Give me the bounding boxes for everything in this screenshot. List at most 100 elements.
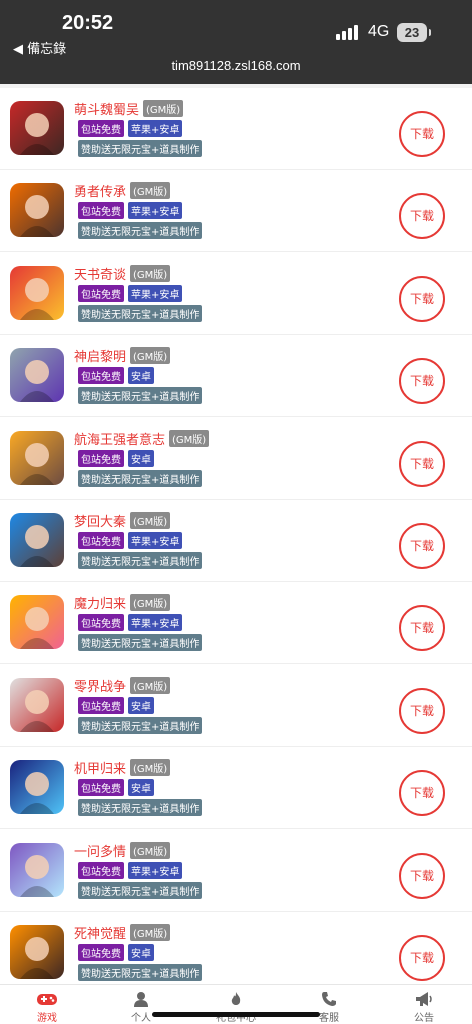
download-button[interactable]: 下载 <box>399 523 445 569</box>
free-tag: 包站免费 <box>78 696 124 714</box>
tag-row: 包站免费 安卓 <box>78 696 154 714</box>
game-icon[interactable] <box>10 925 64 979</box>
game-title[interactable]: 航海王强者意志 (GM版) <box>74 429 210 448</box>
game-icon[interactable] <box>10 348 64 403</box>
platform-tag: 安卓 <box>128 944 154 961</box>
game-name: 机甲归来 <box>74 762 127 778</box>
platform-tag: 安卓 <box>128 779 154 797</box>
platform-tag: 苹果+安卓 <box>128 202 183 220</box>
gm-badge: (GM版) <box>130 264 171 282</box>
game-icon[interactable] <box>10 513 64 567</box>
sponsor-tag: 赞助送无限元宝+道具制作 <box>78 799 203 817</box>
gm-badge: (GM版) <box>130 182 171 200</box>
platform-tag: 苹果+安卓 <box>128 532 183 549</box>
phone-icon <box>322 992 336 1006</box>
free-tag: 包站免费 <box>78 449 124 467</box>
free-tag: 包站免费 <box>78 284 124 302</box>
game-row[interactable]: 零界战争 (GM版) 包站免费 安卓赞助送无限元宝+道具制作 下载 <box>0 665 472 747</box>
tab-games[interactable]: 游戏 <box>17 991 77 1024</box>
game-name: 神启黎明 <box>74 350 127 366</box>
game-row[interactable]: 一问多情 (GM版) 包站免费 苹果+安卓 赞助送无限元宝+道具制作 下载 <box>0 830 472 912</box>
game-icon[interactable] <box>10 265 64 320</box>
sponsor-tag: 赞助送无限元宝+道具制作 <box>78 304 203 322</box>
address-bar[interactable]: tim891128.zsl168.com <box>0 58 472 73</box>
game-row[interactable]: 梦回大秦 (GM版) 包站免费 苹果+安卓赞助送无限元宝+道具制作 下载 <box>0 500 472 582</box>
free-tag: 包站免费 <box>78 367 124 385</box>
tab-profile[interactable]: 个人 <box>111 991 171 1024</box>
clock: 20:52 <box>62 12 114 34</box>
game-title[interactable]: 零界战争 (GM版) <box>74 676 171 695</box>
gm-badge: (GM版) <box>130 924 171 941</box>
download-button[interactable]: 下载 <box>399 935 445 981</box>
game-title[interactable]: 天书奇谈 (GM版) <box>74 264 171 283</box>
download-button[interactable]: 下载 <box>399 687 445 734</box>
game-name: 勇者传承 <box>74 185 127 201</box>
download-button[interactable]: 下载 <box>399 275 445 322</box>
game-row[interactable]: 神启黎明 (GM版) 包站免费 安卓 赞助送无限元宝+道具制作 下载 <box>0 335 472 418</box>
tag-row: 包站免费 苹果+安卓 <box>78 532 183 549</box>
download-button[interactable]: 下载 <box>399 111 445 157</box>
game-name: 梦回大秦 <box>74 515 127 530</box>
download-button[interactable]: 下载 <box>399 193 445 240</box>
game-icon[interactable] <box>10 842 64 897</box>
tag-row: 包站免费 苹果+安卓 <box>78 120 183 137</box>
tab-notice-label: 公告 <box>414 1013 434 1024</box>
battery-icon: 23 <box>397 23 431 42</box>
game-row[interactable]: 萌斗魏蜀吴 (GM版) 包站免费 苹果+安卓赞助送无限元宝+道具制作 下载 <box>0 88 472 170</box>
game-icon[interactable] <box>10 677 64 732</box>
game-icon[interactable] <box>10 430 64 485</box>
tag-row: 包站免费 苹果+安卓 <box>78 284 183 302</box>
download-button[interactable]: 下载 <box>399 440 445 487</box>
game-icon[interactable] <box>10 760 64 815</box>
game-title[interactable]: 萌斗魏蜀吴 (GM版) <box>74 99 184 118</box>
gm-badge: (GM版) <box>130 594 171 612</box>
free-tag: 包站免费 <box>78 202 124 220</box>
tab-gift-center[interactable]: 礼包中心 <box>206 991 266 1024</box>
tag-row: 包站免费 苹果+安卓 <box>78 614 183 632</box>
download-button[interactable]: 下载 <box>399 852 445 899</box>
game-title[interactable]: 勇者传承 (GM版) <box>74 181 171 201</box>
sponsor-tag: 赞助送无限元宝+道具制作 <box>78 716 203 734</box>
game-list: 萌斗魏蜀吴 (GM版) 包站免费 苹果+安卓 赞助送无限元宝+道具制作 下载 勇者传承 (GM… <box>0 88 472 984</box>
tab-service[interactable]: 客服 <box>299 991 359 1024</box>
platform-tag: 安卓 <box>128 367 154 385</box>
tab-notice[interactable]: 公告 <box>394 991 454 1024</box>
download-button[interactable]: 下载 <box>399 770 445 817</box>
gm-badge: (GM版) <box>130 347 171 365</box>
gm-badge: (GM版) <box>143 100 184 117</box>
tag-row: 包站免费 安卓 <box>78 367 154 385</box>
tag-row: 包站免费 苹果+安卓 <box>78 202 183 220</box>
download-button[interactable]: 下载 <box>399 358 445 405</box>
game-name: 天书奇谈 <box>74 267 127 283</box>
game-title[interactable]: 梦回大秦 (GM版) <box>74 511 171 530</box>
game-title[interactable]: 一问多情 (GM版) <box>74 841 171 860</box>
gm-badge: (GM版) <box>169 429 210 447</box>
game-name: 魔力归来 <box>74 597 127 613</box>
game-row[interactable]: 魔力归来 (GM版) 包站免费 苹果+安卓 赞助送无限元宝+道具制作 下载 <box>0 582 472 665</box>
tab-profile-label: 个人 <box>131 1013 151 1024</box>
game-row[interactable]: 死神觉醒 (GM版) 包站免费 安卓 赞助送无限元宝+道具制作 下载 <box>0 912 472 984</box>
game-row[interactable]: 机甲归来 (GM版) 包站免费 安卓 赞助送无限元宝+道具制作 下载 <box>0 747 472 830</box>
home-indicator <box>152 1012 320 1017</box>
sponsor-tag: 赞助送无限元宝+道具制作 <box>78 552 203 569</box>
game-title[interactable]: 死神觉醒 (GM版) <box>74 923 171 942</box>
game-name: 一问多情 <box>74 844 127 860</box>
sponsor-tag: 赞助送无限元宝+道具制作 <box>78 140 203 157</box>
game-title[interactable]: 神启黎明 (GM版) <box>74 346 171 366</box>
status-bar: 20:52 ◀ 備忘錄 4G 23 tim891128.zsl168.com <box>0 0 472 84</box>
free-tag: 包站免费 <box>78 120 124 137</box>
download-button[interactable]: 下载 <box>399 605 445 652</box>
game-title[interactable]: 魔力归来 (GM版) <box>74 593 171 613</box>
game-row[interactable]: 航海王强者意志 (GM版) 包站免费 安卓 赞助送无限元宝+道具制作 下载 <box>0 418 472 500</box>
cellular-signal-icon <box>336 25 358 40</box>
game-icon[interactable] <box>10 595 64 650</box>
game-row[interactable]: 天书奇谈 (GM版) 包站免费 苹果+安卓 赞助送无限元宝+道具制作 下载 <box>0 253 472 335</box>
game-icon[interactable] <box>10 101 64 155</box>
sponsor-tag: 赞助送无限元宝+道具制作 <box>78 964 203 981</box>
back-to-notes-link[interactable]: ◀ 備忘錄 <box>13 38 66 57</box>
game-title[interactable]: 机甲归来 (GM版) <box>74 758 171 778</box>
game-row[interactable]: 勇者传承 (GM版) 包站免费 苹果+安卓 赞助送无限元宝+道具制作 下载 <box>0 170 472 253</box>
platform-tag: 苹果+安卓 <box>128 284 183 302</box>
tag-row: 包站免费 安卓 <box>78 449 154 467</box>
game-icon[interactable] <box>10 183 64 238</box>
